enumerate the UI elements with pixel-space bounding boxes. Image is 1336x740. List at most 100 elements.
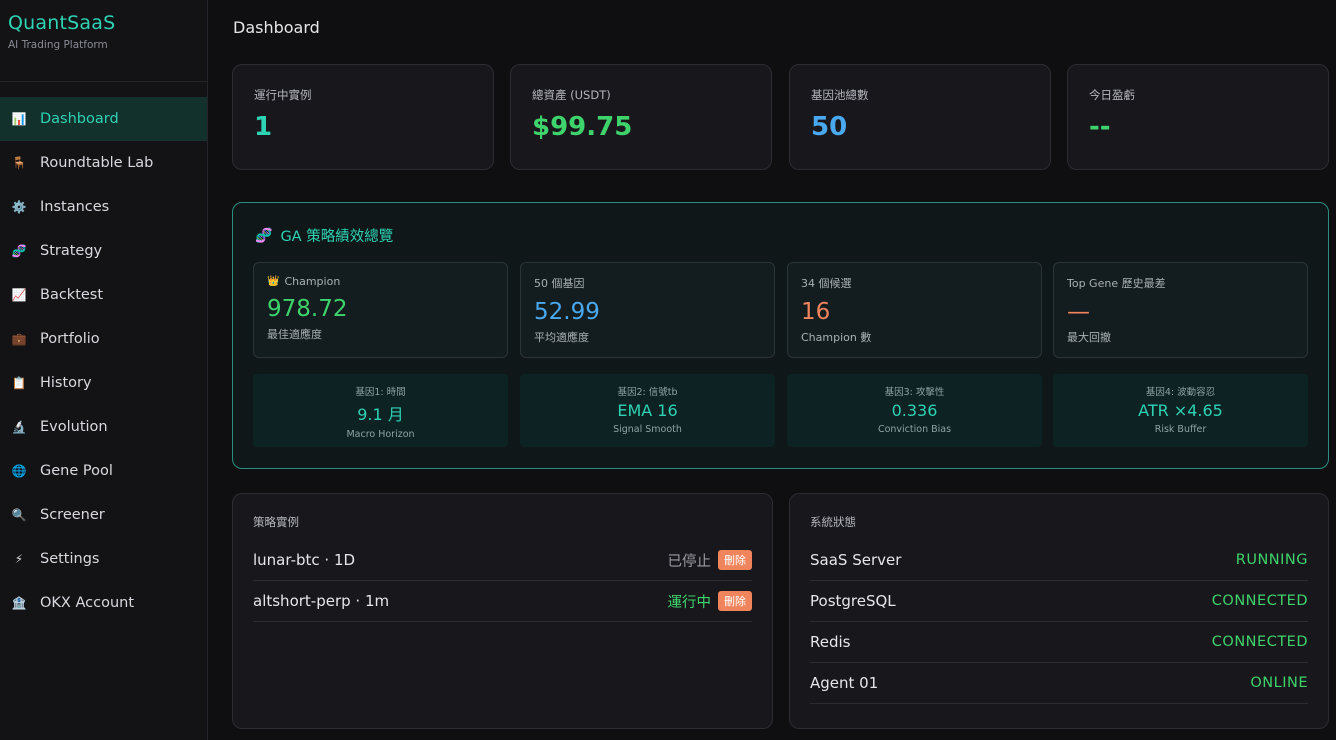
brand: QuantSaaS AI Trading Platform (0, 0, 207, 82)
sidebar-item-label: Evolution (40, 419, 108, 435)
search-icon: 🔍 (11, 508, 27, 522)
ga-card-label: 👑 Champion (267, 275, 494, 288)
list-item: SaaS Server RUNNING (810, 540, 1308, 581)
sidebar-item-label: Strategy (40, 243, 103, 259)
strategy-instances-panel: 策略實例 lunar-btc · 1D 已停止 刪除 altshort-perp… (232, 493, 773, 729)
stat-label: 基因池總數 (811, 88, 869, 102)
gene-label: 基因1: 時間 (355, 387, 406, 398)
brand-subtitle: AI Trading Platform (8, 39, 108, 51)
sidebar-item-label: Gene Pool (40, 463, 113, 479)
ga-card-label: 50 個基因 (534, 277, 585, 290)
stat-value: 50 (811, 112, 848, 142)
panel-title: 策略實例 (253, 515, 299, 529)
instance-name[interactable]: lunar-btc · 1D (253, 551, 355, 569)
stat-value: -- (1089, 112, 1111, 142)
sidebar-item-label: Portfolio (40, 331, 100, 347)
status-badge: 運行中 (667, 594, 712, 611)
gene-value: 0.336 (891, 401, 938, 420)
service-name: Agent 01 (810, 674, 879, 692)
status-badge: RUNNING (1235, 552, 1308, 568)
chair-icon: 🪑 (11, 156, 27, 170)
instance-name[interactable]: altshort-perp · 1m (253, 592, 389, 610)
sidebar-item-label: Dashboard (40, 111, 119, 127)
sidebar-item-history[interactable]: 📋 History (0, 361, 207, 405)
row-actions: 已停止 刪除 (667, 550, 752, 571)
ga-panel-title: 🧬 GA 策略績效總覽 (255, 225, 393, 246)
ga-card-label: Top Gene 歷史最差 (1067, 277, 1166, 290)
gene-label: 基因2: 信號tb (617, 387, 678, 398)
sidebar-item-okx-account[interactable]: 🏦 OKX Account (0, 581, 207, 625)
row-actions: 運行中 刪除 (667, 591, 752, 612)
gene-sub: Conviction Bias (877, 424, 952, 435)
ga-card-value: — (1067, 299, 1090, 325)
gene-label: 基因3: 攻擊性 (884, 387, 945, 398)
ga-card-value: 52.99 (534, 299, 600, 325)
stat-card-today-pnl: 今日盈虧 -- (1067, 64, 1329, 170)
clipboard-icon: 📋 (11, 376, 27, 390)
ga-card-label: 34 個候選 (801, 277, 852, 290)
stat-value: 1 (254, 112, 273, 142)
gene-card-1: 基因1: 時間 9.1 月 Macro Horizon (253, 374, 508, 447)
dna-icon: 🧬 (11, 244, 27, 258)
ga-card-sub: 最大回撤 (1067, 331, 1111, 344)
stat-card-gene-pool-total: 基因池總數 50 (789, 64, 1051, 170)
list-item: Redis CONNECTED (810, 622, 1308, 663)
sidebar-item-dashboard[interactable]: 📊 Dashboard (0, 97, 207, 141)
bank-icon: 🏦 (11, 596, 27, 610)
table-row[interactable]: lunar-btc · 1D 已停止 刪除 (253, 540, 752, 581)
nav-menu: 📊 Dashboard 🪑 Roundtable Lab ⚙️ Instance… (0, 97, 207, 625)
ga-performance-panel: 🧬 GA 策略績效總覽 👑 Champion 978.72 最佳適應度 50 個… (232, 202, 1329, 469)
status-badge: CONNECTED (1211, 634, 1308, 650)
ga-card-sub: Champion 數 (801, 331, 872, 344)
gene-value: EMA 16 (617, 401, 678, 420)
status-badge: CONNECTED (1211, 593, 1308, 609)
crown-icon: 👑 (267, 276, 280, 287)
sidebar-item-evolution[interactable]: 🔬 Evolution (0, 405, 207, 449)
sidebar-item-label: History (40, 375, 92, 391)
bar-chart-icon: 📊 (11, 112, 27, 126)
gene-label: 基因4: 波動容忍 (1145, 387, 1216, 398)
ga-card-value: 16 (801, 299, 831, 325)
table-row[interactable]: altshort-perp · 1m 運行中 刪除 (253, 581, 752, 622)
brand-title[interactable]: QuantSaaS (8, 12, 199, 34)
sidebar-item-label: Screener (40, 507, 105, 523)
sidebar-item-screener[interactable]: 🔍 Screener (0, 493, 207, 537)
ga-card-max-drawdown: Top Gene 歷史最差 — 最大回撤 (1053, 262, 1308, 358)
list-item: Agent 01 ONLINE (810, 663, 1308, 704)
sidebar-item-roundtable-lab[interactable]: 🪑 Roundtable Lab (0, 141, 207, 185)
status-badge: ONLINE (1250, 675, 1308, 691)
sidebar-item-portfolio[interactable]: 💼 Portfolio (0, 317, 207, 361)
service-name: SaaS Server (810, 551, 902, 569)
sidebar-item-label: OKX Account (40, 595, 135, 611)
sidebar: QuantSaaS AI Trading Platform 📊 Dashboar… (0, 0, 208, 740)
briefcase-icon: 💼 (11, 332, 27, 346)
stat-card-total-assets: 總資產 (USDT) $99.75 (510, 64, 772, 170)
sidebar-item-label: Settings (40, 551, 100, 567)
service-name: PostgreSQL (810, 592, 896, 610)
ga-card-avg-fitness: 50 個基因 52.99 平均適應度 (520, 262, 775, 358)
sidebar-item-backtest[interactable]: 📈 Backtest (0, 273, 207, 317)
sidebar-item-settings[interactable]: ⚡ Settings (0, 537, 207, 581)
sidebar-item-instances[interactable]: ⚙️ Instances (0, 185, 207, 229)
dna-icon: 🧬 (255, 227, 273, 244)
gene-card-3: 基因3: 攻擊性 0.336 Conviction Bias (787, 374, 1042, 447)
stat-label: 運行中實例 (254, 88, 312, 102)
sidebar-item-strategy[interactable]: 🧬 Strategy (0, 229, 207, 273)
delete-button[interactable]: 刪除 (718, 550, 752, 570)
stat-card-running-instances: 運行中實例 1 (232, 64, 494, 170)
sidebar-item-gene-pool[interactable]: 🌐 Gene Pool (0, 449, 207, 493)
service-name: Redis (810, 633, 851, 651)
page-title: Dashboard (233, 18, 320, 37)
stat-label: 總資產 (USDT) (532, 88, 611, 102)
delete-button[interactable]: 刪除 (718, 591, 752, 611)
lightning-icon: ⚡ (14, 552, 24, 566)
gene-value: ATR ×4.65 (1138, 401, 1223, 420)
ga-card-value: 978.72 (267, 296, 348, 322)
list-item: PostgreSQL CONNECTED (810, 581, 1308, 622)
status-badge: 已停止 (667, 553, 712, 570)
gene-sub: Risk Buffer (1154, 424, 1207, 435)
gene-value: 9.1 月 (357, 405, 404, 424)
sidebar-item-label: Backtest (40, 287, 104, 303)
ga-card-champion: 👑 Champion 978.72 最佳適應度 (253, 262, 508, 358)
sidebar-item-label: Roundtable Lab (40, 155, 154, 171)
